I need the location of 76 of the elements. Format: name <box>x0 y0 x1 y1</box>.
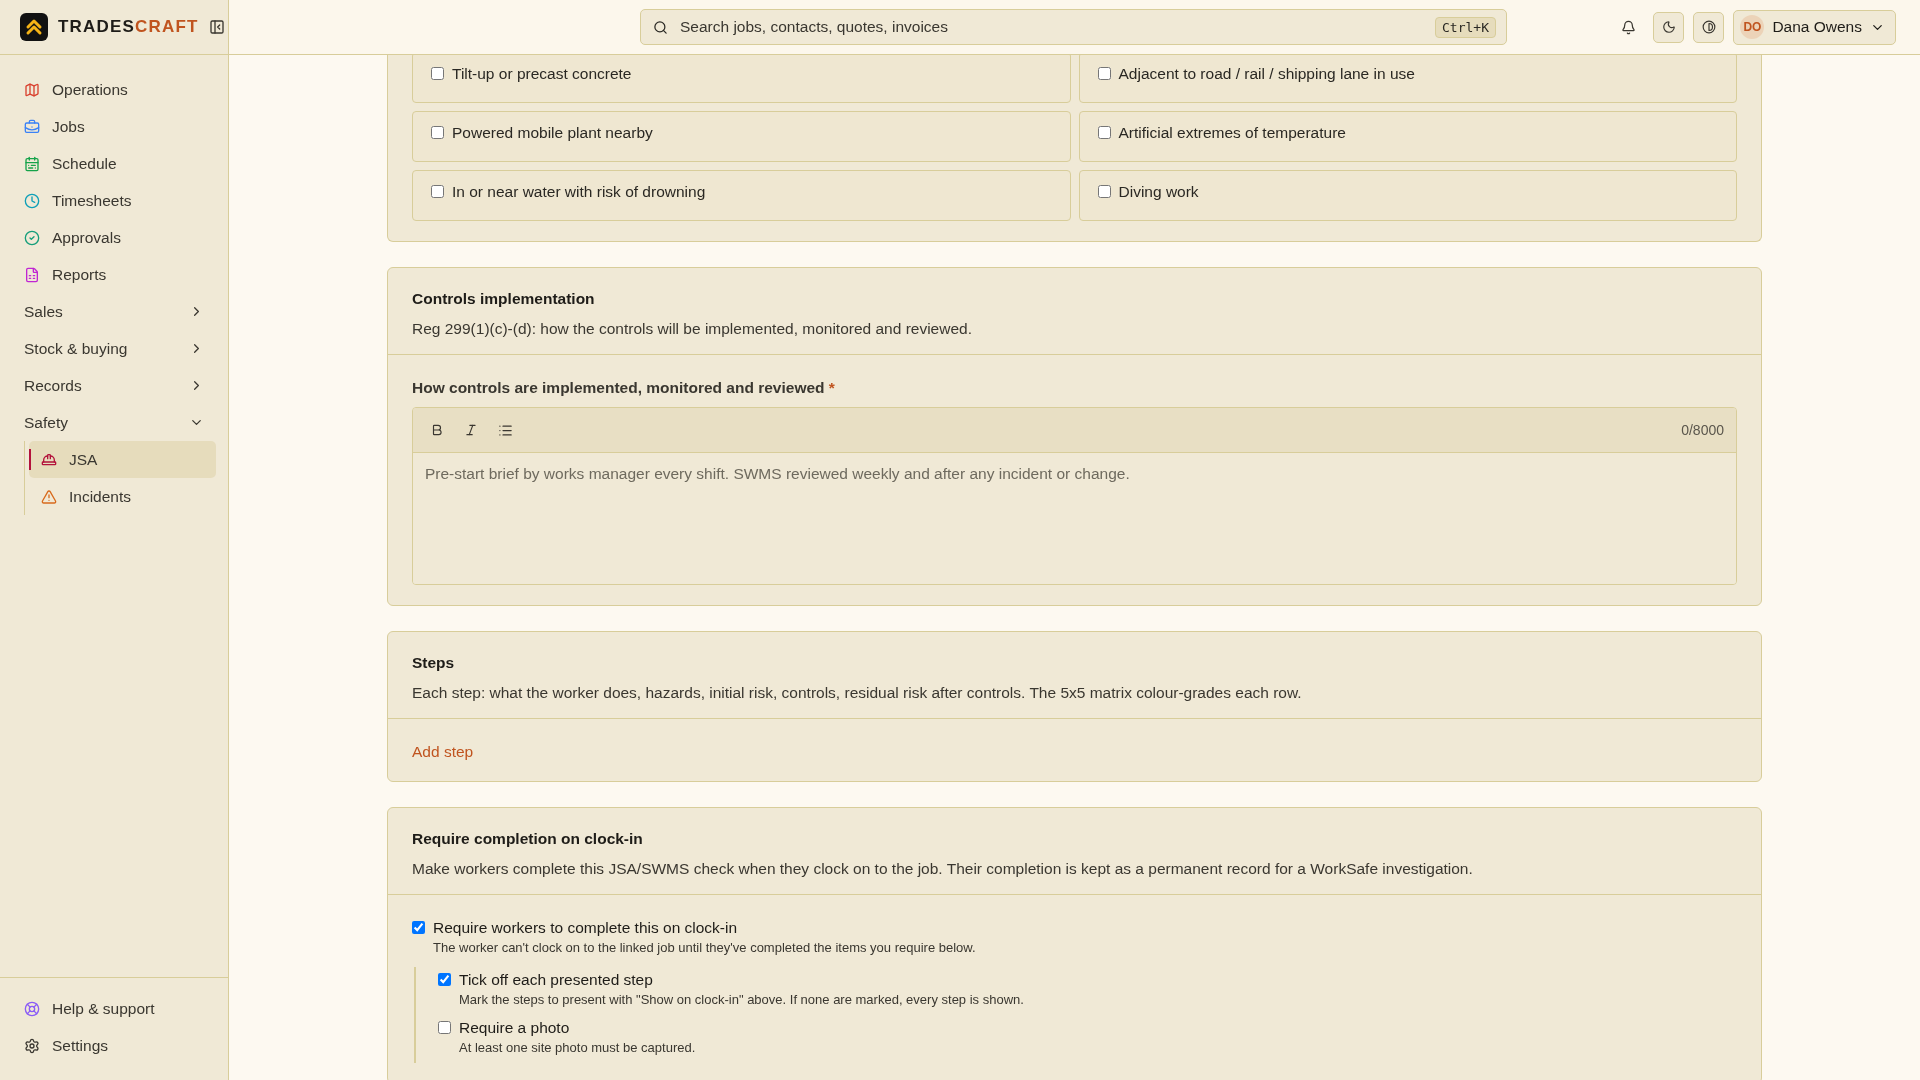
section-title: Controls implementation <box>412 290 596 308</box>
nav-group[interactable]: Records <box>12 367 216 404</box>
field-label: How controls are implemented, monitored and reviewed * <box>412 379 836 397</box>
option-hint: The worker can't clock on to the linked job until they've completed the items you require below. <box>433 940 976 955</box>
checkbox[interactable] <box>412 921 425 934</box>
add-step-link[interactable]: Add step <box>412 743 474 760</box>
hazard-option[interactable]: Tilt-up or precast concrete <box>412 55 1071 103</box>
nav-group-label: Safety <box>24 413 68 432</box>
nav-item[interactable]: Incidents <box>29 478 216 515</box>
search-icon <box>653 19 668 35</box>
option-label: Require workers to complete this on clock-in <box>433 919 739 937</box>
moon-icon <box>1661 20 1676 34</box>
section-description: Reg 299(1)(c)-(d): how the controls will be implemented, monitored and reviewed. <box>412 320 973 338</box>
checkbox[interactable] <box>1097 67 1111 80</box>
nav-item[interactable]: Approvals <box>12 219 216 256</box>
hard-hat-icon <box>41 451 57 468</box>
section-description: Make workers complete this JSA/SWMS check when they clock on to the job. Their completion is kept as a permanent record for a WorkSafe investigation. <box>412 860 1474 878</box>
character-counter: 0/8000 <box>1681 422 1724 438</box>
bell-icon <box>1621 19 1637 35</box>
nav-item[interactable]: Operations <box>12 71 216 108</box>
lifebuoy-icon <box>24 1000 40 1017</box>
briefcase-icon <box>24 118 40 135</box>
user-menu-button[interactable]: DO Dana Owens <box>1733 9 1896 45</box>
contrast-button[interactable] <box>1693 11 1725 43</box>
nav-group-label: Records <box>24 376 82 395</box>
search-field[interactable]: Search jobs, contacts, quotes, invoices Ctrl+K <box>640 9 1507 45</box>
option-hint: At least one site photo must be captured. <box>459 1040 696 1055</box>
nav-item[interactable]: Reports <box>12 256 216 293</box>
option-hint: Mark the steps to present with "Show on clock-in" above. If none are marked, every step is shown. <box>459 992 1024 1007</box>
brand-name: TRADESCRAFT <box>58 17 199 37</box>
map-icon <box>24 81 40 98</box>
nav-group-label: Stock & buying <box>24 339 128 358</box>
check-circle-icon <box>24 229 40 246</box>
contrast-icon <box>1701 20 1716 34</box>
shortcut-hint: Ctrl+K <box>1435 16 1496 38</box>
warning-icon <box>41 488 57 505</box>
nav-item[interactable]: Jobs <box>12 108 216 145</box>
hazard-option[interactable]: Artificial extremes of temperature <box>1078 111 1737 162</box>
clock-icon <box>24 192 40 209</box>
hazard-option[interactable]: Powered mobile plant nearby <box>412 111 1071 162</box>
nav-item[interactable]: Schedule <box>12 145 216 182</box>
nav-item[interactable]: JSA <box>29 441 216 478</box>
rich-text-editor[interactable]: 0/8000 Pre-start brief by works manager every shift. SWMS reviewed weekly and after any incident or change. <box>412 407 1737 585</box>
search-input[interactable]: Search jobs, contacts, quotes, invoices <box>678 17 1426 37</box>
hazard-option[interactable]: Diving work <box>1078 170 1737 221</box>
checkbox[interactable] <box>1097 126 1111 139</box>
section-title: Require completion on clock-in <box>412 830 644 848</box>
checkbox[interactable] <box>438 1021 451 1034</box>
checkbox[interactable] <box>1097 185 1111 198</box>
checkbox[interactable] <box>431 67 444 80</box>
option-label: Require a photo <box>459 1019 571 1037</box>
nav-group[interactable]: Sales <box>12 293 216 330</box>
option-label: Tick off each presented step <box>459 971 654 989</box>
logo-icon <box>20 13 48 41</box>
hazard-option[interactable]: In or near water with risk of drowning <box>412 170 1071 221</box>
checkbox[interactable] <box>431 185 444 198</box>
italic-icon <box>464 423 478 437</box>
nav-group[interactable]: Stock & buying <box>12 330 216 367</box>
document-icon <box>24 266 40 283</box>
nav-group-label: Sales <box>24 302 63 321</box>
bold-icon <box>430 423 444 437</box>
nav-group[interactable]: Safety <box>12 404 216 441</box>
hazard-option[interactable]: Adjacent to road / rail / shipping lane in use <box>1078 55 1737 103</box>
checkbox[interactable] <box>438 973 451 986</box>
nav-item[interactable]: Help & support <box>12 990 216 1027</box>
section-description: Each step: what the worker does, hazards, initial risk, controls, residual risk after controls. The 5x5 matrix colour-grades each row. <box>412 684 1303 702</box>
theme-button[interactable] <box>1653 11 1685 43</box>
nav-item[interactable]: Settings <box>12 1027 216 1064</box>
calendar-icon <box>24 155 40 172</box>
sidebar-toggle-icon[interactable] <box>208 19 225 35</box>
nav-item[interactable]: Timesheets <box>12 182 216 219</box>
checkbox[interactable] <box>431 126 444 139</box>
avatar: DO <box>1740 15 1765 39</box>
section-title: Steps <box>412 654 456 672</box>
list-icon <box>497 422 513 438</box>
settings-icon <box>24 1037 40 1054</box>
